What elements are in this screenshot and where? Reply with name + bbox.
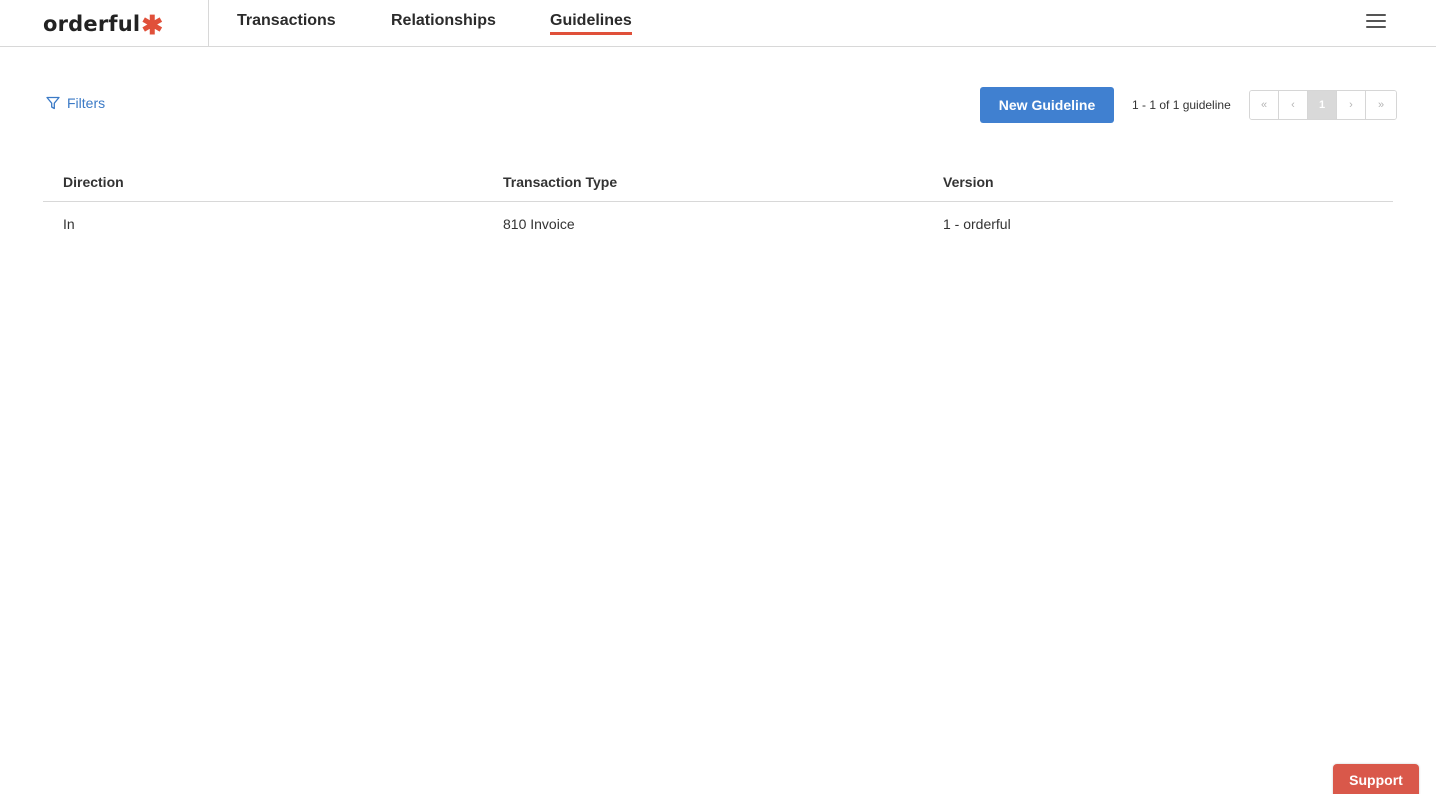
table-row[interactable]: In 810 Invoice 1 - orderful xyxy=(43,202,1393,246)
cell-direction: In xyxy=(63,216,75,232)
last-page-button[interactable]: » xyxy=(1366,91,1396,119)
cell-transaction-type: 810 Invoice xyxy=(503,216,575,232)
column-header-direction[interactable]: Direction xyxy=(43,162,483,201)
logo-asterisk-icon: ✱ xyxy=(141,10,164,40)
first-page-button[interactable]: « xyxy=(1250,91,1279,119)
column-header-transaction-type[interactable]: Transaction Type xyxy=(483,162,923,201)
top-navigation-bar: orderful ✱ Transactions Relationships Gu… xyxy=(0,0,1436,47)
new-guideline-button[interactable]: New Guideline xyxy=(980,87,1114,123)
next-page-button[interactable]: › xyxy=(1337,91,1366,119)
support-button[interactable]: Support xyxy=(1333,764,1419,794)
orderful-logo[interactable]: orderful ✱ xyxy=(43,9,163,39)
guidelines-table: Direction Transaction Type Version In 81… xyxy=(43,162,1393,246)
pagination-count: 1 - 1 of 1 guideline xyxy=(1132,98,1231,112)
filters-label: Filters xyxy=(67,95,106,111)
table-header: Direction Transaction Type Version xyxy=(43,162,1393,202)
cell-version: 1 - orderful xyxy=(943,216,1011,232)
column-header-version[interactable]: Version xyxy=(923,162,1363,201)
previous-page-button[interactable]: ‹ xyxy=(1279,91,1308,119)
logo-text: orderful xyxy=(43,12,141,36)
tab-guidelines[interactable]: Guidelines xyxy=(550,12,632,35)
tab-relationships[interactable]: Relationships xyxy=(391,12,496,30)
filters-toggle[interactable]: Filters xyxy=(46,95,105,111)
pagination-controls: « ‹ 1 › » xyxy=(1249,90,1397,120)
tab-transactions[interactable]: Transactions xyxy=(237,12,336,30)
topbar-divider xyxy=(208,0,209,46)
current-page-button[interactable]: 1 xyxy=(1308,91,1337,119)
hamburger-menu-icon[interactable] xyxy=(1366,13,1386,29)
filter-funnel-icon xyxy=(46,96,60,110)
